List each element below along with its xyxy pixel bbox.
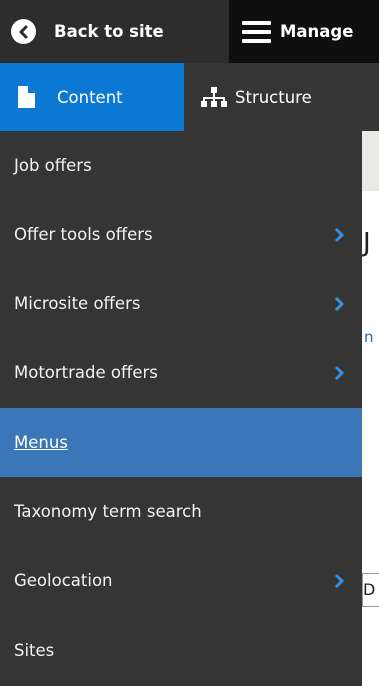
menu-item-label: Microsite offers — [14, 294, 141, 313]
menu-item-job-offers[interactable]: Job offers — [0, 131, 362, 200]
menu-item-sites[interactable]: Sites — [0, 616, 362, 685]
menu-item-label: Motortrade offers — [14, 363, 158, 382]
menu-item-geolocation[interactable]: Geolocation — [0, 546, 362, 615]
chevron-right-icon — [334, 365, 345, 380]
back-to-site-label: Back to site — [54, 22, 164, 41]
menu-item-taxonomy-term-search[interactable]: Taxonomy term search — [0, 477, 362, 546]
menu-item-label: Menus — [14, 433, 68, 452]
chevron-right-icon — [334, 296, 345, 311]
hamburger-icon — [242, 20, 271, 43]
menu-item-offer-tools-offers[interactable]: Offer tools offers — [0, 200, 362, 269]
sitemap-icon — [201, 86, 227, 108]
document-icon — [18, 86, 35, 108]
manage-label: Manage — [280, 22, 354, 41]
tab-structure[interactable]: Structure — [184, 63, 379, 131]
menu-item-label: Job offers — [14, 156, 92, 175]
menu-item-label: Sites — [14, 641, 55, 660]
menu-item-label: Geolocation — [14, 571, 113, 590]
background-secondary-toolbar — [362, 131, 379, 191]
toolbar-tabs: Content Structure — [0, 63, 379, 131]
background-heading-fragment: J — [363, 228, 371, 258]
tab-structure-label: Structure — [235, 87, 312, 107]
content-dropdown-menu: Job offers Offer tools offers Microsite … — [0, 131, 362, 686]
menu-item-label: Taxonomy term search — [14, 502, 202, 521]
tab-content[interactable]: Content — [0, 63, 184, 131]
background-link-fragment[interactable]: n — [364, 328, 374, 346]
menu-item-motortrade-offers[interactable]: Motortrade offers — [0, 338, 362, 407]
admin-toolbar: Back to site Manage — [0, 0, 379, 63]
background-field-fragment: D — [363, 580, 376, 599]
back-to-site-button[interactable]: Back to site — [0, 0, 229, 63]
menu-item-menus[interactable]: Menus — [0, 408, 362, 477]
tab-content-label: Content — [57, 87, 123, 107]
menu-item-label: Offer tools offers — [14, 225, 153, 244]
chevron-right-icon — [334, 573, 345, 588]
back-arrow-icon — [11, 19, 36, 44]
chevron-right-icon — [334, 227, 345, 242]
manage-button[interactable]: Manage — [229, 0, 379, 63]
menu-item-microsite-offers[interactable]: Microsite offers — [0, 269, 362, 338]
